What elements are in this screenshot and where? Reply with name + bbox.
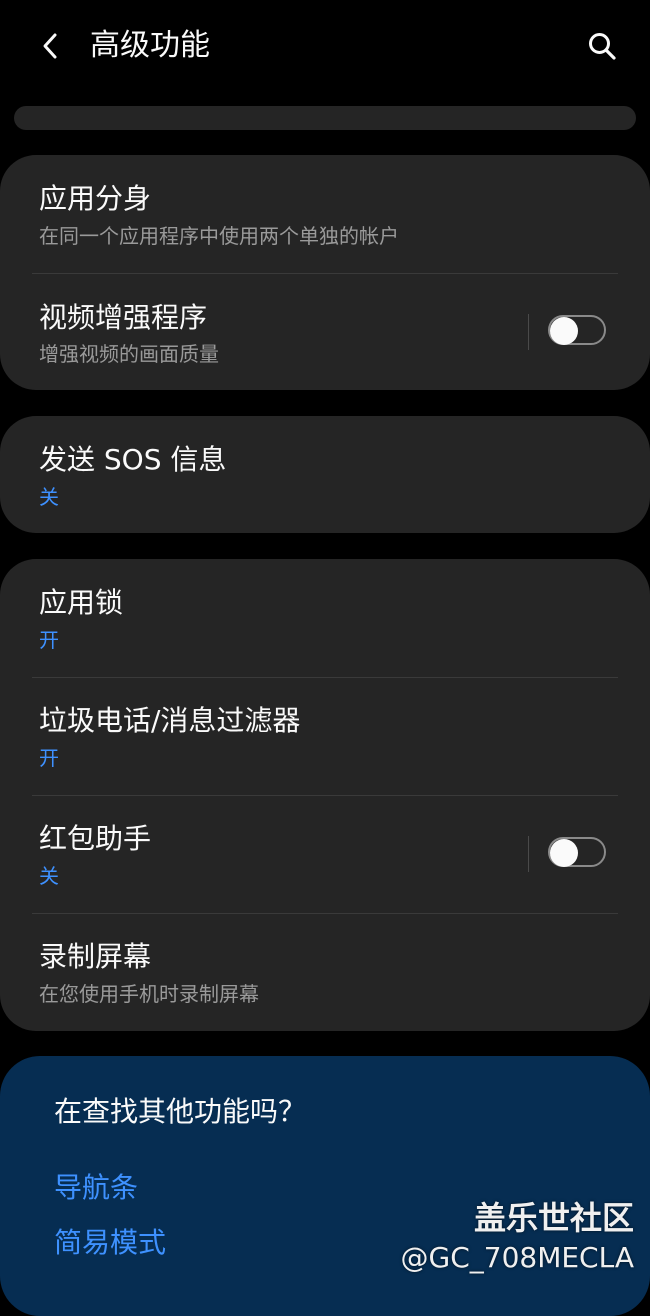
back-button[interactable] <box>30 24 70 68</box>
search-button[interactable] <box>580 24 624 68</box>
watermark-user: @GC_708MECLA <box>400 1241 635 1274</box>
easy-mode-link[interactable]: 简易模式 <box>54 1223 166 1263</box>
screen-record-subtitle: 在您使用手机时录制屏幕 <box>39 982 259 1006</box>
watermark-brand: 盖乐世社区 <box>473 1199 634 1237</box>
settings-card-sos: 发送 SOS 信息 关 <box>0 416 650 533</box>
dual-app-subtitle: 在同一个应用程序中使用两个单独的帐户 <box>39 224 399 248</box>
page-title: 高级功能 <box>90 28 210 63</box>
red-packet-title: 红包助手 <box>39 822 152 855</box>
app-lock-title: 应用锁 <box>39 586 124 619</box>
navigation-bar-link[interactable]: 导航条 <box>54 1168 138 1208</box>
sos-item[interactable]: 发送 SOS 信息 关 <box>0 416 650 533</box>
settings-card-security: 应用锁 开 垃圾电话/消息过滤器 开 红包助手 关 录制屏幕 在您使用手机时录制… <box>0 559 650 1031</box>
dual-app-item[interactable]: 应用分身 在同一个应用程序中使用两个单独的帐户 <box>0 155 650 273</box>
toggle-separator <box>528 836 529 872</box>
spam-filter-status: 开 <box>39 746 59 770</box>
suggestions-title: 在查找其他功能吗？ <box>54 1095 307 1128</box>
video-enhancer-title: 视频增强程序 <box>39 301 208 334</box>
spam-filter-title: 垃圾电话/消息过滤器 <box>39 704 301 737</box>
chevron-left-icon <box>43 33 57 59</box>
toggle-separator <box>528 314 529 350</box>
app-lock-status: 开 <box>39 628 59 652</box>
settings-card-apps: 应用分身 在同一个应用程序中使用两个单独的帐户 视频增强程序 增强视频的画面质量 <box>0 155 650 390</box>
sos-title: 发送 SOS 信息 <box>39 443 227 476</box>
red-packet-status: 关 <box>39 864 59 888</box>
video-enhancer-toggle[interactable] <box>548 315 606 345</box>
red-packet-item[interactable]: 红包助手 关 <box>0 796 650 913</box>
spam-filter-item[interactable]: 垃圾电话/消息过滤器 开 <box>0 678 650 795</box>
app-lock-item[interactable]: 应用锁 开 <box>0 559 650 677</box>
scrolled-card-edge <box>14 106 636 130</box>
toggle-knob <box>550 839 578 867</box>
video-enhancer-item[interactable]: 视频增强程序 增强视频的画面质量 <box>0 274 650 390</box>
dual-app-title: 应用分身 <box>39 182 152 215</box>
video-enhancer-subtitle: 增强视频的画面质量 <box>39 342 219 366</box>
toggle-knob <box>550 317 578 345</box>
sos-status: 关 <box>39 485 59 509</box>
screen-record-title: 录制屏幕 <box>39 940 152 973</box>
red-packet-toggle[interactable] <box>548 837 606 867</box>
screen-record-item[interactable]: 录制屏幕 在您使用手机时录制屏幕 <box>0 914 650 1031</box>
search-icon <box>589 33 616 60</box>
app-header: 高级功能 <box>0 0 650 92</box>
